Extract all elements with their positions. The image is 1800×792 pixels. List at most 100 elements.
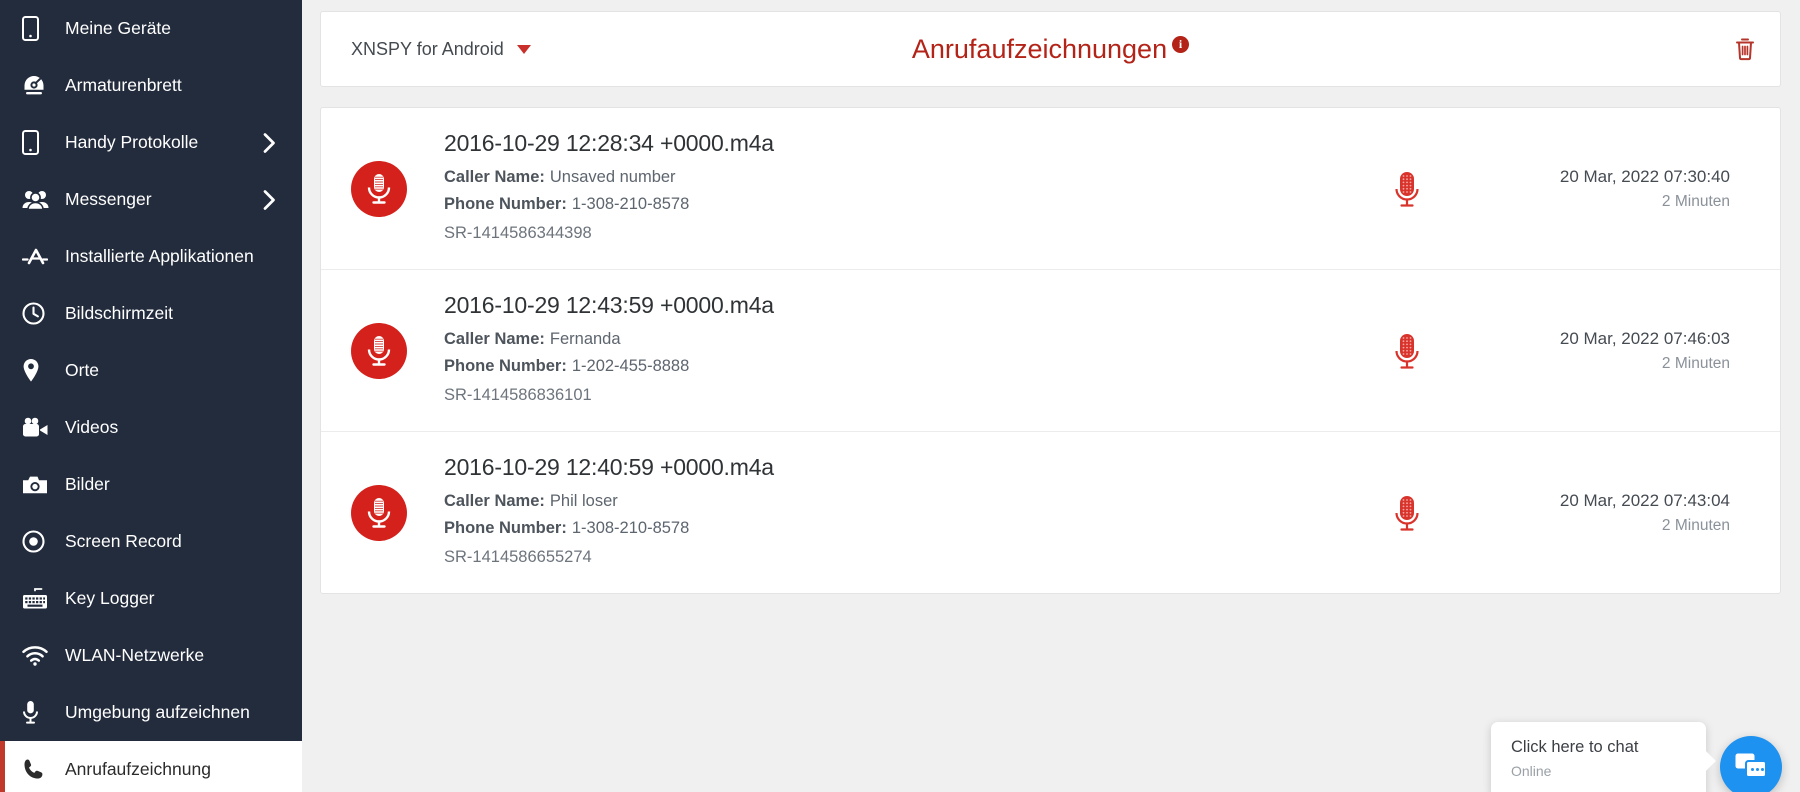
sidebar-item-orte[interactable]: Orte: [0, 342, 302, 399]
caller-name-label: Caller Name:: [444, 492, 545, 510]
keyboard-icon: [23, 587, 47, 608]
chevron-right-icon: [263, 189, 275, 210]
clock-icon: [22, 302, 45, 325]
phone-icon: [22, 16, 56, 41]
chevron-right-icon: [263, 132, 275, 153]
recording-info: 2016-10-29 12:43:59 +0000.m4a Caller Name…: [444, 292, 1394, 409]
phone-number-label: Phone Number:: [444, 356, 567, 375]
delete-all-button[interactable]: [1734, 37, 1756, 61]
sidebar-item-handy-protokolle[interactable]: Handy Protokolle: [0, 114, 302, 171]
recordings-list: 2016-10-29 12:28:34 +0000.m4a Caller Name…: [320, 107, 1781, 594]
microphone-icon: [367, 498, 391, 528]
phone-call-icon: [24, 759, 43, 779]
sidebar-item-label: Key Logger: [65, 588, 155, 608]
sidebar-item-bilder[interactable]: Bilder: [0, 456, 302, 513]
recording-info: 2016-10-29 12:28:34 +0000.m4a Caller Name…: [444, 130, 1394, 247]
recording-duration: 2 Minuten: [1661, 192, 1730, 210]
info-icon[interactable]: i: [1172, 35, 1190, 53]
video-camera-icon: [23, 417, 48, 437]
sidebar-item-anrufaufzeichnung[interactable]: Anrufaufzeichnung: [0, 741, 302, 792]
phone-icon: [22, 130, 56, 155]
play-recording-button[interactable]: [1394, 332, 1420, 370]
sidebar-item-label: Armaturenbrett: [65, 75, 182, 95]
recording-sr-id: SR-1414586344398: [444, 224, 592, 242]
sidebar-item-label: Videos: [65, 417, 119, 437]
location-pin-icon: [23, 359, 39, 382]
trash-icon: [1736, 38, 1754, 61]
sidebar-item-armaturenbrett[interactable]: Armaturenbrett: [0, 57, 302, 114]
sidebar-item-videos[interactable]: Videos: [0, 399, 302, 456]
recording-date: 20 Mar, 2022 07:43:04: [1559, 490, 1730, 510]
sidebar-item-umgebung-aufzeichnen[interactable]: Umgebung aufzeichnen: [0, 684, 302, 741]
recording-avatar-button[interactable]: [351, 484, 407, 541]
sidebar-item-label: Messenger: [65, 189, 152, 209]
phone-number-label: Phone Number:: [444, 518, 567, 537]
chat-bubble[interactable]: Click here to chat Online: [1491, 722, 1706, 792]
device-selector[interactable]: XNSPY for Android: [351, 39, 531, 60]
caller-name-line: Caller Name: Unsaved number: [444, 164, 1394, 191]
play-recording-icon: [1395, 171, 1419, 207]
sidebar-item-installierte-applikationen[interactable]: Installierte Applikationen: [0, 228, 302, 285]
page-title: Anrufaufzeichnungen i: [321, 34, 1780, 65]
sidebar-item-label: Bildschirmzeit: [65, 303, 173, 323]
recording-timestamp: 20 Mar, 2022 07:30:40 2 Minuten: [1515, 164, 1730, 214]
sidebar: Meine Geräte Armaturenbrett Handy Protokol…: [0, 0, 302, 792]
phone-number-line: Phone Number: 1-308-210-8578: [444, 191, 1394, 218]
clock-icon: [22, 302, 56, 325]
recording-filename: 2016-10-29 12:28:34 +0000.m4a: [444, 130, 774, 156]
sidebar-item-messenger[interactable]: Messenger: [0, 171, 302, 228]
microphone-icon: [22, 700, 56, 725]
recording-filename: 2016-10-29 12:40:59 +0000.m4a: [444, 454, 774, 480]
recording-avatar-button[interactable]: [351, 160, 407, 217]
sidebar-item-key-logger[interactable]: Key Logger: [0, 570, 302, 627]
sidebar-item-screen-record[interactable]: Screen Record: [0, 513, 302, 570]
record-dot-icon: [22, 530, 56, 553]
sidebar-item-label: Installierte Applikationen: [65, 246, 254, 266]
caller-name-line: Caller Name: Fernanda: [444, 326, 1394, 353]
caller-name-value: Fernanda: [549, 330, 621, 348]
caller-name-line: Caller Name: Phil loser: [444, 488, 1394, 515]
keyboard-icon: [22, 587, 56, 610]
apps-icon: [22, 246, 56, 267]
recording-info: 2016-10-29 12:40:59 +0000.m4a Caller Name…: [444, 454, 1394, 571]
video-camera-icon: [22, 417, 56, 438]
phone-number-value: 1-308-210-8578: [571, 518, 690, 537]
recording-row[interactable]: 2016-10-29 12:40:59 +0000.m4a Caller Name…: [321, 432, 1780, 593]
microphone-icon: [367, 336, 391, 366]
recording-date: 20 Mar, 2022 07:30:40: [1559, 166, 1730, 186]
microphone-icon: [367, 174, 391, 204]
chat-widget: Click here to chat Online: [1491, 722, 1782, 792]
dashboard-icon: [22, 74, 56, 97]
phone-icon: [22, 130, 39, 155]
main-content: XNSPY for Android Anrufaufzeichnungen i …: [302, 0, 1800, 792]
phone-number-label: Phone Number:: [444, 194, 567, 213]
sidebar-item-label: Anrufaufzeichnung: [65, 759, 211, 779]
chevron-right-icon[interactable]: [263, 132, 276, 153]
play-recording-button[interactable]: [1394, 170, 1420, 208]
sidebar-item-label: Handy Protokolle: [65, 132, 199, 152]
play-recording-button[interactable]: [1394, 494, 1420, 532]
recording-row[interactable]: 2016-10-29 12:43:59 +0000.m4a Caller Name…: [321, 270, 1780, 432]
chevron-right-icon[interactable]: [263, 189, 276, 210]
app-root: Meine Geräte Armaturenbrett Handy Protokol…: [0, 0, 1800, 792]
caller-name-value: Phil loser: [549, 492, 618, 510]
phone-number-line: Phone Number: 1-308-210-8578: [444, 515, 1394, 542]
users-icon: [22, 189, 56, 210]
recording-avatar-button[interactable]: [351, 322, 407, 379]
phone-number-value: 1-202-455-8888: [571, 356, 690, 375]
camera-icon: [22, 474, 56, 495]
play-recording-icon: [1395, 333, 1419, 369]
sidebar-item-bildschirmzeit[interactable]: Bildschirmzeit: [0, 285, 302, 342]
chat-launcher-button[interactable]: [1720, 736, 1782, 792]
recording-timestamp: 20 Mar, 2022 07:46:03 2 Minuten: [1515, 326, 1730, 376]
topbar: XNSPY for Android Anrufaufzeichnungen i: [320, 11, 1781, 87]
users-icon: [22, 191, 49, 210]
sidebar-item-wlan-netzwerke[interactable]: WLAN-Netzwerke: [0, 627, 302, 684]
sidebar-item-meine-ger-te[interactable]: Meine Geräte: [0, 0, 302, 57]
phone-icon: [22, 16, 39, 41]
dashboard-icon: [24, 76, 44, 95]
recording-row[interactable]: 2016-10-29 12:28:34 +0000.m4a Caller Name…: [321, 108, 1780, 270]
wifi-icon: [22, 645, 56, 666]
chat-bubble-title: Click here to chat: [1511, 738, 1639, 756]
recording-date: 20 Mar, 2022 07:46:03: [1559, 328, 1730, 348]
